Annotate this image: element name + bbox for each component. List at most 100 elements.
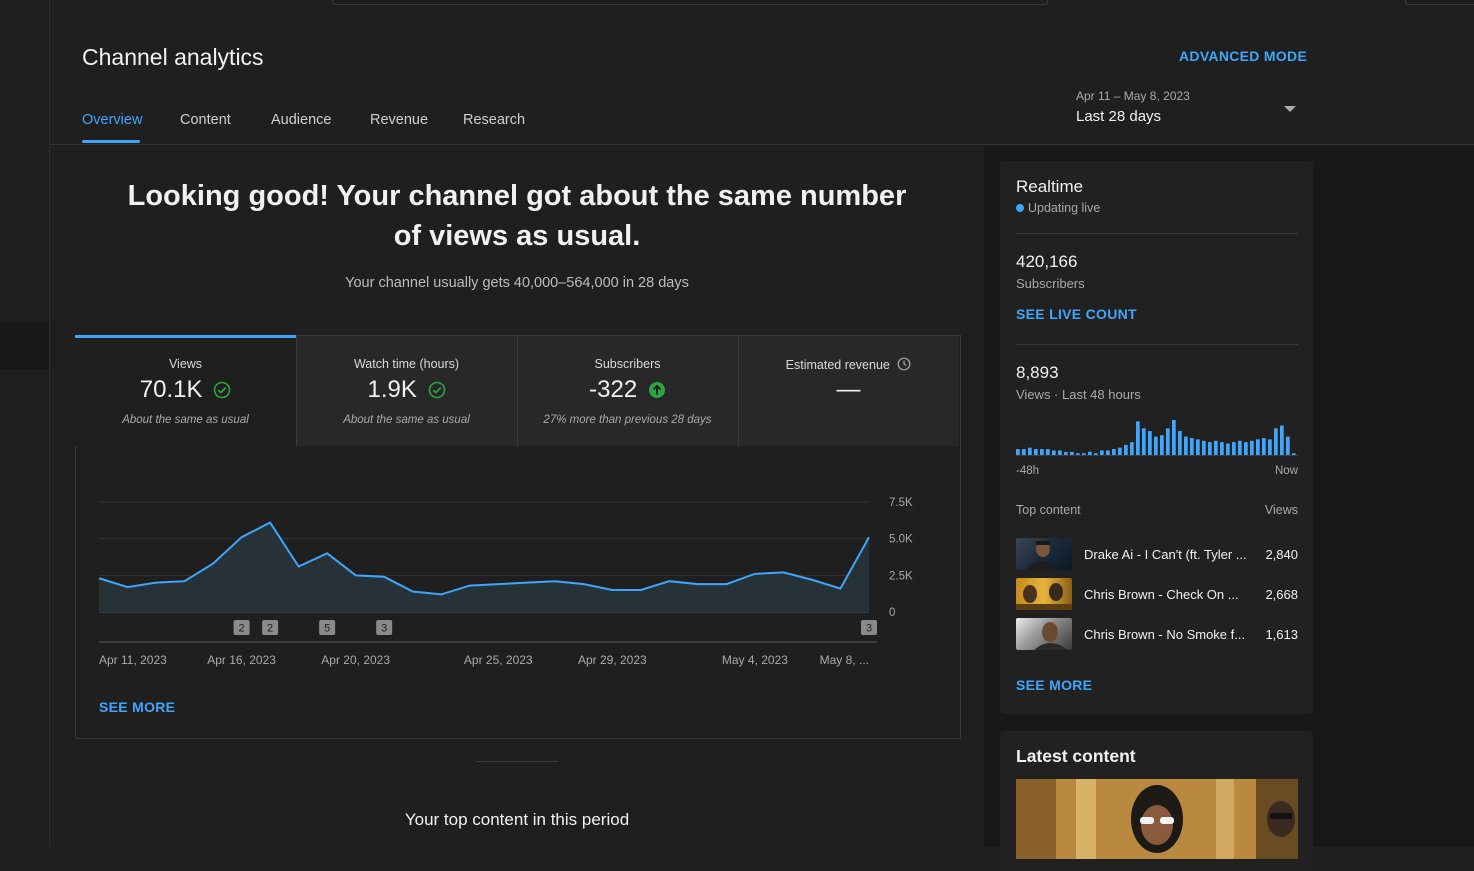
realtime-bar[interactable]: [1142, 428, 1146, 456]
event-marker-label: 5: [324, 623, 330, 635]
page-title: Channel analytics: [82, 44, 264, 70]
top-content-heading: Your top content in this period: [404, 810, 630, 829]
realtime-bar[interactable]: [1256, 439, 1260, 456]
realtime-bar[interactable]: [1184, 436, 1188, 456]
realtime-bar[interactable]: [1022, 449, 1026, 456]
top-content-views: 1,613: [1265, 627, 1298, 642]
realtime-bar[interactable]: [1202, 440, 1206, 456]
bars-axis-start: -48h: [1016, 465, 1040, 477]
y-tick-label: 0: [889, 607, 895, 619]
realtime-bar[interactable]: [1154, 436, 1158, 456]
latest-content-thumbnail-art: [1016, 779, 1298, 859]
metric-watch-time[interactable]: Watch time (hours) 1.9K About the same a…: [296, 336, 517, 446]
realtime-bar[interactable]: [1262, 438, 1266, 456]
realtime-live-label: Updating live: [1028, 201, 1101, 215]
realtime-bar[interactable]: [1172, 420, 1176, 456]
metric-note: About the same as usual: [343, 414, 470, 426]
metric-value: 70.1K: [75, 376, 296, 404]
arrow-up-circle-icon: [648, 382, 665, 398]
selected-metric-indicator: [75, 335, 296, 338]
advanced-mode-button[interactable]: ADVANCED MODE: [1179, 48, 1307, 64]
metric-label: Subscribers: [594, 357, 661, 371]
tab-active-indicator: [82, 140, 140, 143]
realtime-bar[interactable]: [1232, 442, 1236, 456]
realtime-bar[interactable]: [1130, 442, 1134, 456]
metric-subscribers[interactable]: Subscribers -322 27% more than previous …: [517, 336, 738, 446]
bars-axis-end: Now: [1274, 465, 1298, 477]
video-thumbnail[interactable]: [1016, 618, 1072, 650]
realtime-bar[interactable]: [1244, 442, 1248, 456]
realtime-bar[interactable]: [1280, 425, 1284, 456]
x-tick-label: May 8, ...: [820, 653, 869, 667]
realtime-bar[interactable]: [1028, 447, 1032, 456]
realtime-bar[interactable]: [1274, 428, 1278, 456]
realtime-bar[interactable]: [1226, 443, 1230, 456]
realtime-views-count: 8,893: [1016, 363, 1059, 382]
date-range-text: Apr 11 – May 8, 2023: [1076, 89, 1190, 103]
section-divider: [476, 761, 558, 762]
chevron-down-icon[interactable]: [1284, 106, 1296, 112]
top-right-control[interactable]: [1405, 0, 1474, 5]
metric-label-text: Estimated revenue: [785, 358, 890, 372]
tab-research[interactable]: Research: [463, 112, 525, 128]
x-tick-label: Apr 20, 2023: [321, 653, 390, 667]
realtime-bar[interactable]: [1208, 442, 1212, 456]
realtime-bar[interactable]: [1148, 431, 1152, 456]
views-chart[interactable]: 7.5K 5.0K 2.5K 0 2 2 5 3 3 Apr 11, 2023 Apr 16, 20…: [75, 470, 959, 675]
search-box[interactable]: [332, 0, 1048, 5]
realtime-views-bars[interactable]: [1016, 418, 1298, 456]
metric-value: 1.9K: [296, 376, 517, 404]
top-content-title[interactable]: Chris Brown - Check On ...: [1084, 587, 1239, 602]
realtime-divider: [1016, 233, 1298, 234]
realtime-bar[interactable]: [1250, 440, 1254, 456]
realtime-bar[interactable]: [1040, 449, 1044, 456]
x-tick-label: Apr 16, 2023: [207, 653, 276, 667]
tab-audience[interactable]: Audience: [271, 112, 331, 128]
event-marker-label: 3: [381, 623, 387, 635]
metric-note: About the same as usual: [122, 414, 249, 426]
tab-revenue[interactable]: Revenue: [370, 112, 428, 128]
video-thumbnail[interactable]: [1016, 578, 1072, 610]
realtime-bar[interactable]: [1034, 449, 1038, 456]
metric-number: 1.9K: [367, 376, 417, 403]
realtime-bar[interactable]: [1238, 440, 1242, 456]
realtime-views-label: Views · Last 48 hours: [1016, 387, 1141, 402]
summary-subline: Your channel usually gets 40,000–564,000…: [345, 275, 689, 291]
metric-label: Views: [168, 357, 203, 371]
top-content-views-label: Views: [1264, 503, 1298, 517]
realtime-bar[interactable]: [1118, 447, 1122, 456]
left-nav-active-item[interactable]: [0, 322, 49, 370]
realtime-bar[interactable]: [1112, 449, 1116, 456]
top-content-label: Top content: [1016, 503, 1081, 517]
realtime-bar[interactable]: [1190, 438, 1194, 456]
metric-label: Estimated revenue: [738, 357, 959, 372]
realtime-bar[interactable]: [1214, 440, 1218, 456]
realtime-bar[interactable]: [1166, 428, 1170, 456]
realtime-bar[interactable]: [1268, 439, 1272, 456]
video-thumbnail[interactable]: [1016, 538, 1072, 570]
realtime-see-more-link[interactable]: SEE MORE: [1016, 677, 1092, 693]
realtime-bar[interactable]: [1196, 439, 1200, 456]
x-tick-label: May 4, 2023: [722, 653, 788, 667]
see-live-count-link[interactable]: SEE LIVE COUNT: [1016, 306, 1137, 322]
chart-see-more-link[interactable]: SEE MORE: [99, 699, 175, 715]
metric-estimated-revenue[interactable]: Estimated revenue —: [738, 336, 959, 446]
metric-separator: [517, 336, 518, 446]
top-content-title[interactable]: Drake Ai - I Can't (ft. Tyler ...: [1084, 547, 1247, 562]
no-smoke-thumbnail-art: [1034, 622, 1068, 650]
realtime-bar[interactable]: [1046, 449, 1050, 456]
realtime-bar[interactable]: [1220, 442, 1224, 456]
tab-content[interactable]: Content: [180, 112, 231, 128]
realtime-bar[interactable]: [1160, 435, 1164, 456]
subscriber-count: 420,166: [1016, 252, 1078, 271]
realtime-bar[interactable]: [1178, 431, 1182, 456]
date-period-selector[interactable]: Last 28 days: [1076, 108, 1161, 125]
top-content-title[interactable]: Chris Brown - No Smoke f...: [1084, 627, 1245, 642]
metric-views[interactable]: Views 70.1K About the same as usual: [75, 336, 296, 446]
realtime-bar[interactable]: [1016, 449, 1020, 456]
tab-overview[interactable]: Overview: [82, 112, 142, 128]
realtime-bar[interactable]: [1124, 444, 1128, 456]
realtime-bar[interactable]: [1286, 436, 1290, 456]
realtime-bar[interactable]: [1136, 421, 1140, 456]
latest-content-thumbnail[interactable]: [1016, 779, 1298, 859]
